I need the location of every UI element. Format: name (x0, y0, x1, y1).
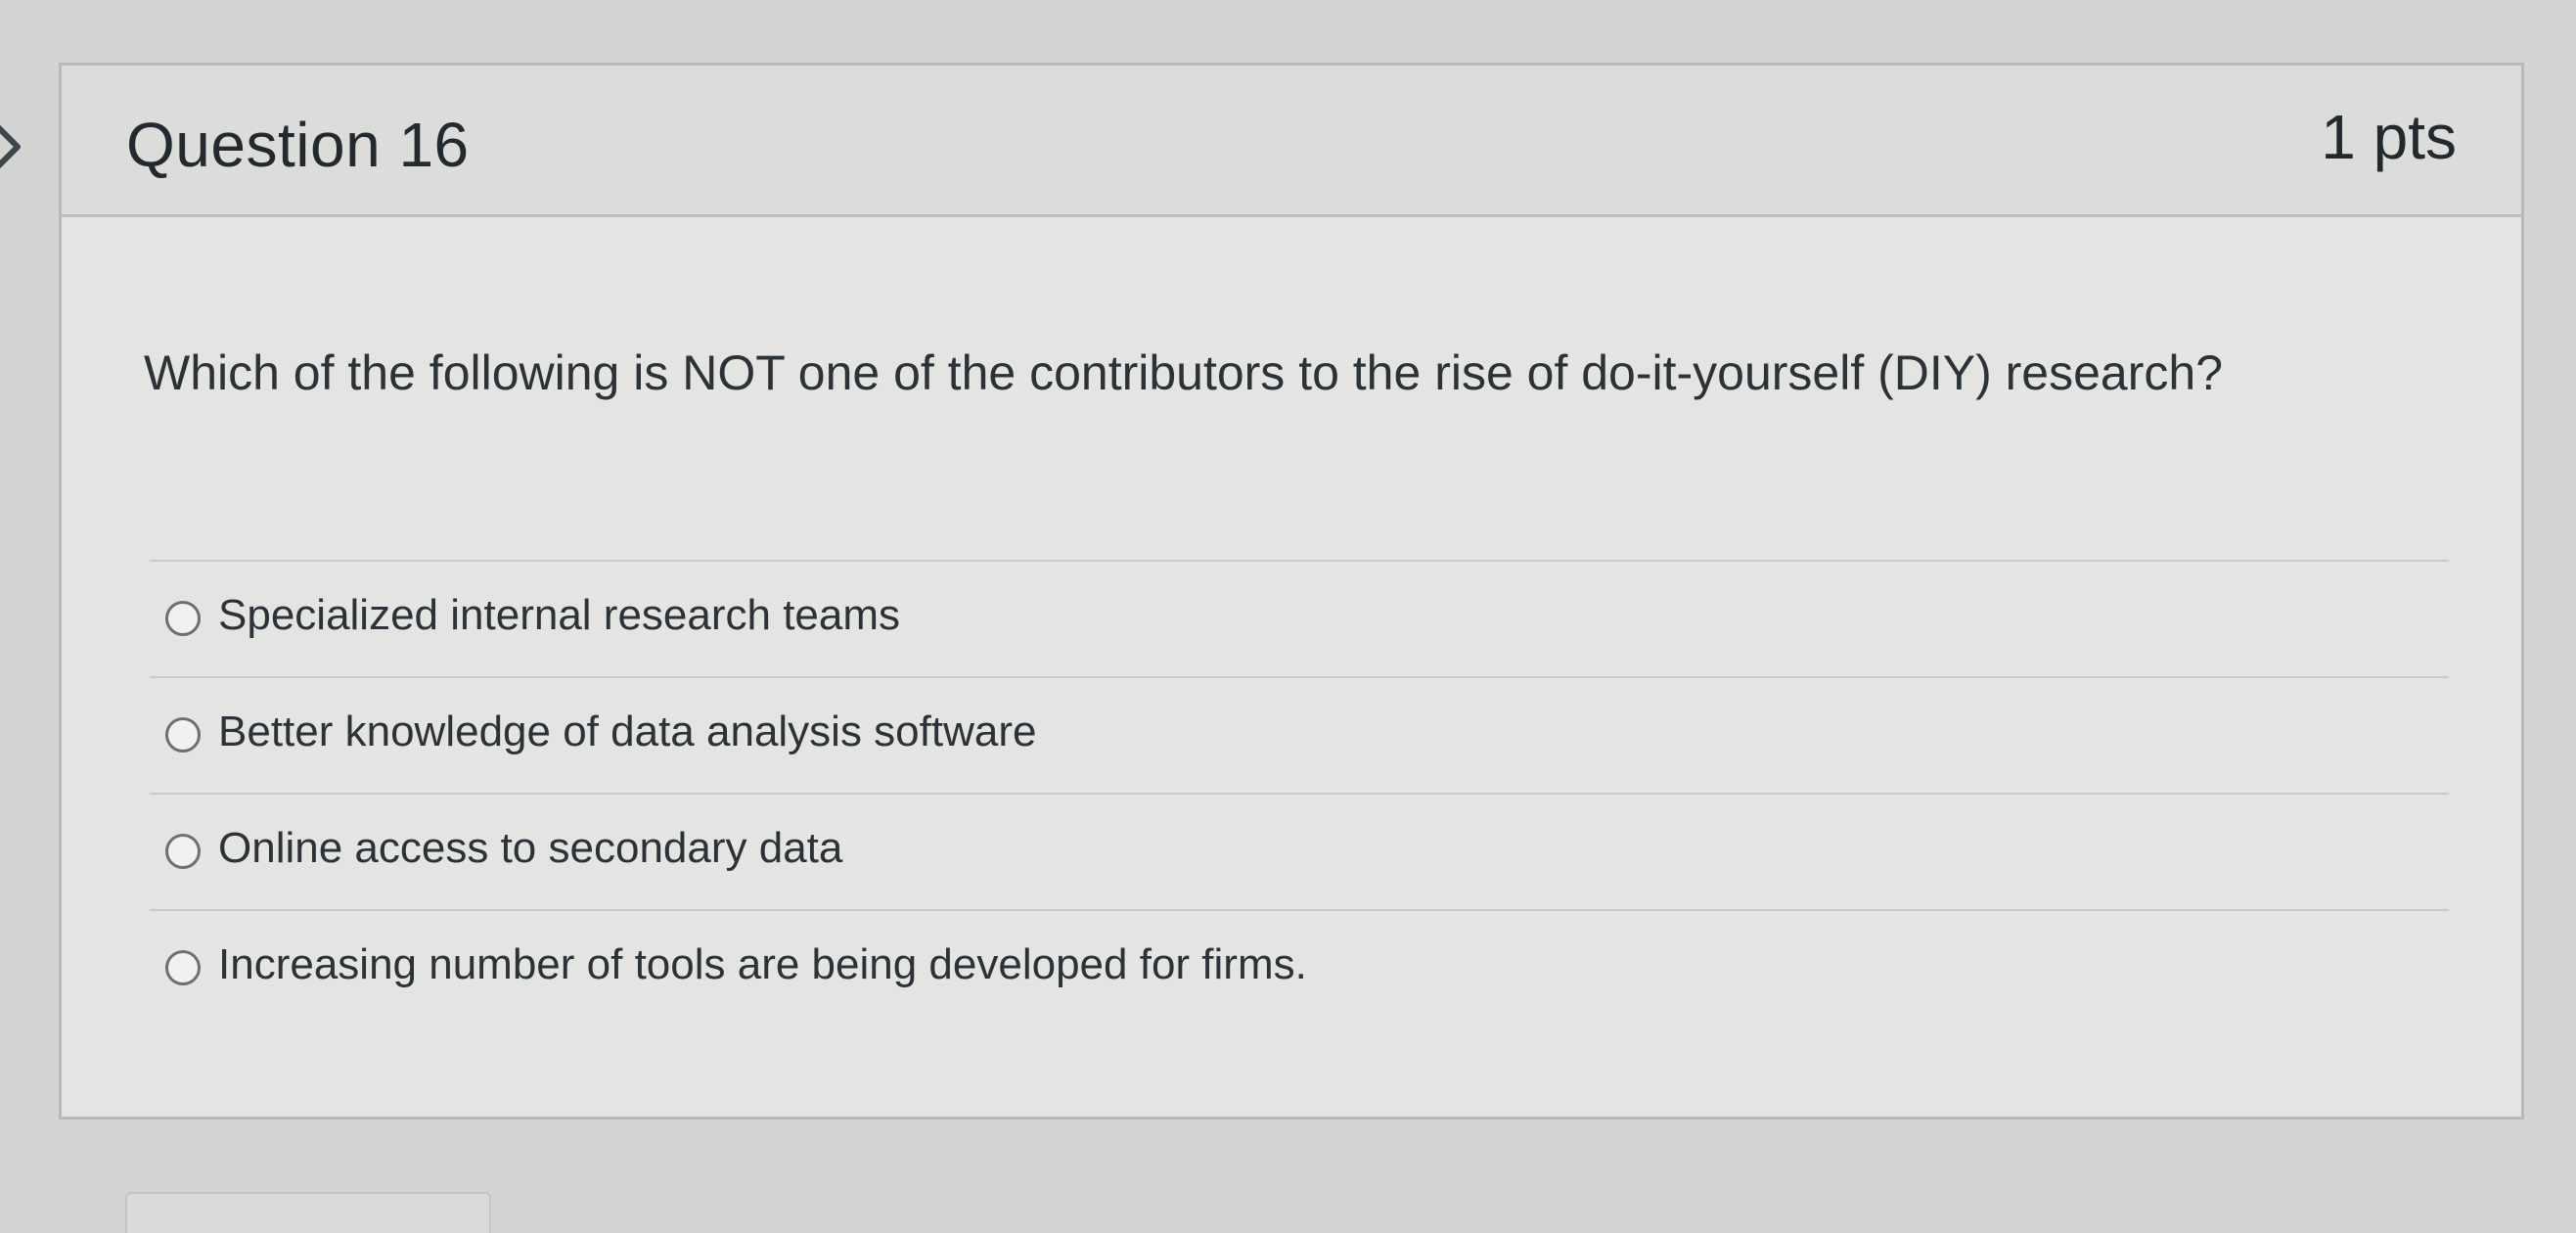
answer-option[interactable]: Better knowledge of data analysis softwa… (150, 676, 2449, 793)
radio-button[interactable] (165, 717, 201, 753)
radio-button[interactable] (165, 601, 201, 636)
answer-label[interactable]: Specialized internal research teams (218, 591, 900, 640)
answer-option[interactable]: Increasing number of tools are being dev… (150, 909, 2449, 1026)
answer-label[interactable]: Better knowledge of data analysis softwa… (218, 708, 1036, 756)
question-prompt: Which of the following is NOT one of the… (144, 345, 2223, 400)
chevron-right-icon[interactable] (0, 117, 29, 176)
question-title: Question 16 (126, 110, 470, 180)
answer-label[interactable]: Online access to secondary data (218, 824, 842, 873)
question-header: Question 16 1 pts (62, 66, 2521, 217)
question-card: Question 16 1 pts Which of the following… (59, 63, 2524, 1119)
answer-list: Specialized internal research teams Bett… (150, 560, 2449, 1026)
radio-button[interactable] (165, 950, 201, 985)
answer-option[interactable]: Specialized internal research teams (150, 560, 2449, 676)
answer-option[interactable]: Online access to secondary data (150, 793, 2449, 909)
next-card-edge (125, 1192, 491, 1233)
answer-label[interactable]: Increasing number of tools are being dev… (218, 940, 1307, 989)
question-points: 1 pts (2321, 102, 2457, 172)
radio-button[interactable] (165, 834, 201, 869)
